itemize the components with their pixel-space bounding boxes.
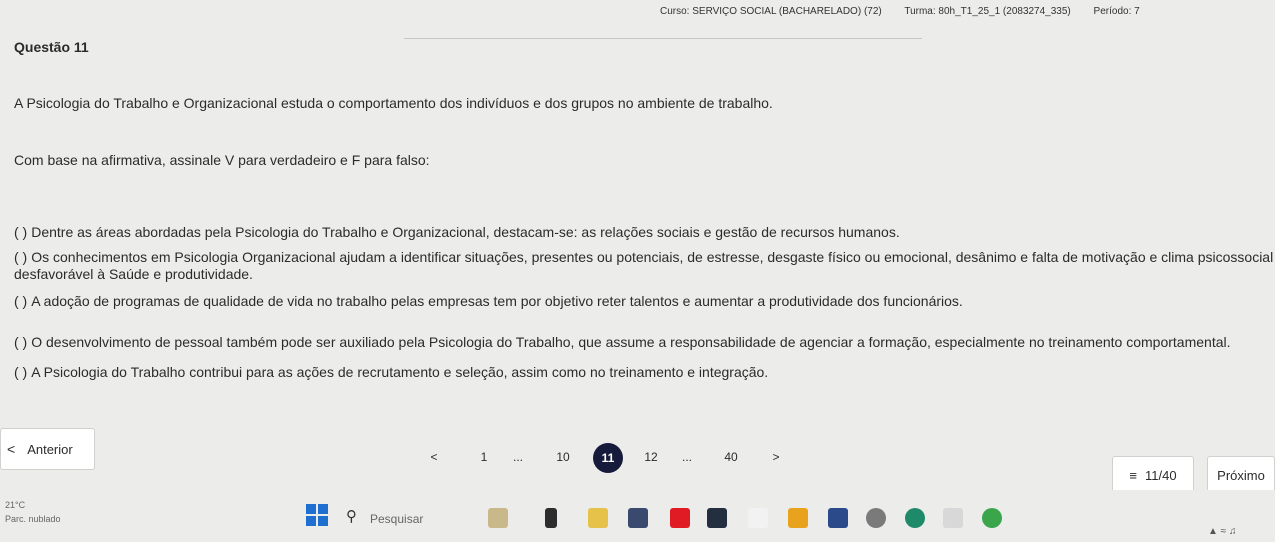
question-count: 11/40	[1145, 467, 1177, 483]
option-text: Dentre as áreas abordadas pela Psicologi…	[31, 224, 900, 240]
file-explorer-icon[interactable]	[488, 508, 508, 528]
option-5[interactable]: ( ) A Psicologia do Trabalho contribui pa…	[14, 364, 1275, 381]
question-title: Questão 11	[14, 39, 89, 55]
answer-blank[interactable]: ( )	[14, 224, 27, 240]
page-12[interactable]: 12	[644, 450, 657, 464]
word-icon[interactable]	[748, 508, 768, 528]
media-player-icon[interactable]	[628, 508, 648, 528]
next-button[interactable]: Próximo	[1207, 456, 1275, 494]
question-statement: A Psicologia do Trabalho e Organizaciona…	[14, 95, 773, 111]
windows-start-icon[interactable]	[306, 504, 328, 526]
question-instruction: Com base na afirmativa, assinale V para …	[14, 152, 430, 168]
previous-label: Anterior	[27, 441, 73, 457]
app-icon[interactable]	[788, 508, 808, 528]
netflix-icon[interactable]	[670, 508, 690, 528]
class-code: Turma: 80h_T1_25_1 (2083274_335)	[904, 6, 1071, 17]
list-icon: ≡	[1129, 467, 1137, 483]
option-text: A adoção de programas de qualidade de vi…	[31, 293, 963, 309]
app-icon[interactable]	[943, 508, 963, 528]
course-name: Curso: SERVIÇO SOCIAL (BACHARELADO) (72)	[660, 6, 882, 17]
page-next[interactable]: >	[772, 450, 779, 464]
option-text: Os conhecimentos em Psicologia Organizac…	[14, 249, 1274, 282]
browser-icon[interactable]	[905, 508, 925, 528]
course-header: Curso: SERVIÇO SOCIAL (BACHARELADO) (72)…	[660, 6, 1160, 17]
search-icon[interactable]: ⚲	[346, 507, 357, 525]
app-icon[interactable]	[982, 508, 1002, 528]
page-ellipsis: ...	[681, 450, 693, 464]
answer-blank[interactable]: ( )	[14, 364, 27, 380]
question-list-button[interactable]: ≡ 11/40	[1112, 456, 1194, 494]
folder-icon[interactable]	[588, 508, 608, 528]
amazon-icon[interactable]	[707, 508, 727, 528]
page-10[interactable]: 10	[556, 450, 569, 464]
page-1[interactable]: 1	[481, 450, 488, 464]
weather-desc: Parc. nublado	[5, 514, 61, 524]
option-1[interactable]: ( ) Dentre as áreas abordadas pela Psicol…	[14, 224, 1275, 241]
header-divider	[404, 38, 922, 39]
option-3[interactable]: ( ) A adoção de programas de qualidade de…	[14, 293, 1275, 310]
taskbar-search[interactable]: Pesquisar	[370, 512, 423, 526]
system-tray[interactable]: ▲ ≈ ♫	[1208, 526, 1236, 537]
option-text: A Psicologia do Trabalho contribui para …	[31, 364, 769, 380]
option-2[interactable]: ( ) Os conhecimentos em Psicologia Organi…	[14, 249, 1275, 283]
previous-button[interactable]: < Anterior	[0, 428, 95, 470]
answer-blank[interactable]: ( )	[14, 293, 27, 309]
option-4[interactable]: ( ) O desenvolvimento de pessoal também p…	[14, 334, 1275, 351]
weather-widget[interactable]: 21°C Parc. nublado	[5, 498, 61, 526]
answer-blank[interactable]: ( )	[14, 334, 27, 350]
store-icon[interactable]	[828, 508, 848, 528]
answer-blank[interactable]: ( )	[14, 249, 27, 265]
period: Período: 7	[1093, 6, 1140, 17]
page-ellipsis: ...	[512, 450, 524, 464]
page-prev[interactable]: <	[430, 450, 437, 464]
option-text: O desenvolvimento de pessoal também pode…	[31, 334, 1231, 350]
chevron-left-icon: <	[7, 441, 16, 457]
page-11-current[interactable]: 11	[593, 443, 623, 473]
weather-temp: 21°C	[5, 500, 26, 510]
app-icon[interactable]	[545, 508, 557, 528]
page-40[interactable]: 40	[724, 450, 737, 464]
next-label: Próximo	[1217, 467, 1265, 483]
chatgpt-icon[interactable]	[866, 508, 886, 528]
